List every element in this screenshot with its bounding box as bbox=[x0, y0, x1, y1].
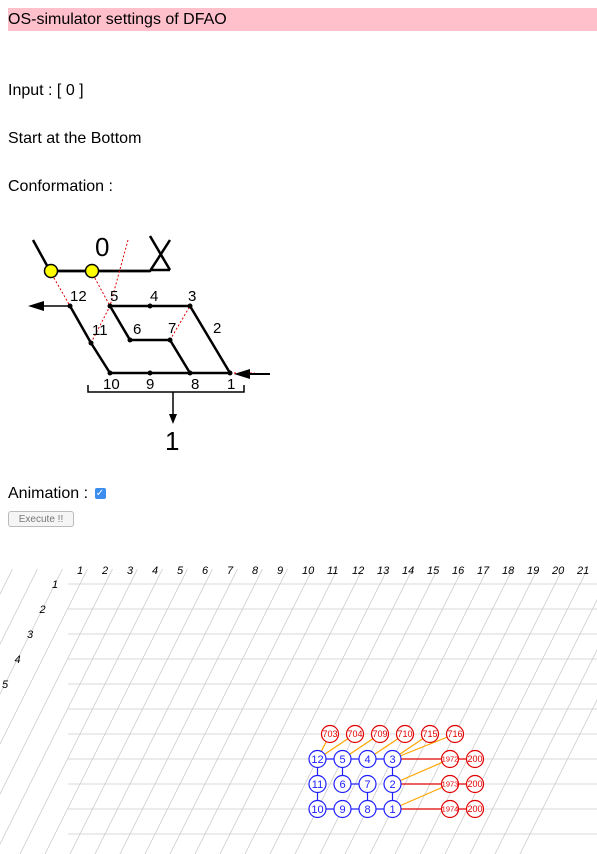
execute-button[interactable]: Execute !! bbox=[8, 511, 74, 527]
blue-node-label: 1 bbox=[389, 804, 395, 816]
red-node-label: 710 bbox=[397, 729, 412, 739]
blue-node-label: 2 bbox=[389, 779, 395, 791]
animation-row: Animation : ✓ bbox=[8, 484, 106, 504]
grid-slant bbox=[0, 568, 38, 645]
node-label: 2 bbox=[213, 320, 221, 337]
column-label: 7 bbox=[227, 565, 234, 577]
red-node-label: 1974 bbox=[442, 805, 459, 814]
node-label: 7 bbox=[168, 320, 176, 337]
conformation-diagram: 0 1 12 5 4 3 2 11 6 7 10 9 8 1 bbox=[28, 232, 270, 456]
column-label: 8 bbox=[252, 565, 259, 577]
grid-slant bbox=[69, 568, 213, 854]
grid-slant bbox=[494, 649, 597, 854]
row-label: 4 bbox=[15, 654, 21, 666]
column-label: 10 bbox=[302, 565, 315, 577]
blue-node-label: 3 bbox=[389, 754, 395, 766]
column-label: 5 bbox=[177, 565, 184, 577]
red-node-label: 200 bbox=[467, 779, 482, 789]
grid-slant bbox=[119, 568, 263, 854]
node-label: 5 bbox=[110, 288, 118, 305]
column-label: 6 bbox=[202, 565, 209, 577]
row-label: 1 bbox=[52, 579, 58, 591]
column-label: 2 bbox=[101, 565, 108, 577]
blue-node-label: 4 bbox=[364, 754, 370, 766]
simulation-grid: 1234567891011121314151617181920211234567… bbox=[0, 565, 597, 854]
node-label: 9 bbox=[146, 376, 154, 393]
column-label: 21 bbox=[576, 565, 589, 577]
column-label: 19 bbox=[527, 565, 539, 577]
node-label: 3 bbox=[188, 288, 196, 305]
yellow-bead bbox=[84, 263, 100, 279]
animation-checkbox[interactable]: ✓ bbox=[94, 488, 106, 500]
red-node-label: 703 bbox=[322, 729, 337, 739]
grid-slant bbox=[394, 568, 538, 854]
node-label: 12 bbox=[70, 288, 87, 305]
red-node-label: 715 bbox=[422, 729, 437, 739]
column-label: 13 bbox=[377, 565, 390, 577]
red-node-label: 716 bbox=[447, 729, 462, 739]
red-node-label: 200 bbox=[467, 754, 482, 764]
column-label: 16 bbox=[452, 565, 465, 577]
row-label: 3 bbox=[27, 629, 34, 641]
column-label: 9 bbox=[277, 565, 283, 577]
animation-label: Animation : bbox=[8, 485, 89, 502]
node-label: 6 bbox=[133, 321, 141, 338]
red-node-label: 1973 bbox=[442, 780, 459, 789]
grid-slant bbox=[144, 568, 288, 854]
column-label: 4 bbox=[152, 565, 158, 577]
column-label: 14 bbox=[402, 565, 414, 577]
blue-node-label: 9 bbox=[339, 804, 345, 816]
conformation-bottom-label: 1 bbox=[165, 426, 179, 456]
column-label: 1 bbox=[77, 565, 83, 577]
row-label: 5 bbox=[2, 679, 9, 691]
column-label: 11 bbox=[327, 565, 338, 577]
node-label: 4 bbox=[150, 288, 158, 305]
grid-slant bbox=[44, 568, 188, 854]
conformation-top-label: 0 bbox=[95, 232, 109, 262]
grid-slant bbox=[169, 568, 313, 854]
node-label: 10 bbox=[103, 376, 120, 393]
red-node-label: 704 bbox=[347, 729, 362, 739]
column-label: 17 bbox=[477, 565, 490, 577]
grid-slant bbox=[444, 568, 588, 854]
grid-slant bbox=[0, 568, 63, 695]
red-node-label: 200 bbox=[467, 804, 482, 814]
grid-slant bbox=[419, 568, 563, 854]
input-label: Input : [ 0 ] bbox=[8, 82, 84, 99]
grid-slant bbox=[0, 568, 138, 845]
blue-node-label: 6 bbox=[339, 779, 345, 791]
red-node-label: 709 bbox=[372, 729, 387, 739]
blue-node-label: 12 bbox=[311, 754, 323, 766]
grid-slant bbox=[0, 568, 113, 795]
grid-slant bbox=[519, 699, 597, 854]
grid-slant bbox=[19, 568, 163, 854]
blue-node-label: 8 bbox=[364, 804, 370, 816]
node-label: 11 bbox=[92, 322, 108, 339]
column-label: 18 bbox=[502, 565, 515, 577]
column-label: 12 bbox=[352, 565, 364, 577]
row-label: 2 bbox=[39, 604, 46, 616]
grid-slant bbox=[94, 568, 238, 854]
page-title: OS-simulator settings of DFAO bbox=[8, 8, 597, 31]
column-label: 15 bbox=[427, 565, 440, 577]
grid-slant bbox=[469, 599, 597, 854]
node-label: 8 bbox=[191, 376, 199, 393]
conformation-label: Conformation : bbox=[8, 178, 113, 195]
blue-node-label: 11 bbox=[312, 779, 323, 791]
blue-node-label: 7 bbox=[364, 779, 370, 791]
grid-slant bbox=[0, 568, 13, 595]
start-label: Start at the Bottom bbox=[8, 130, 142, 147]
column-label: 3 bbox=[127, 565, 134, 577]
node-label: 1 bbox=[227, 376, 235, 393]
red-node-label: 1972 bbox=[442, 755, 459, 764]
yellow-bead bbox=[43, 263, 59, 279]
blue-node-label: 10 bbox=[311, 804, 323, 816]
blue-node-label: 5 bbox=[339, 754, 345, 766]
column-label: 20 bbox=[551, 565, 565, 577]
